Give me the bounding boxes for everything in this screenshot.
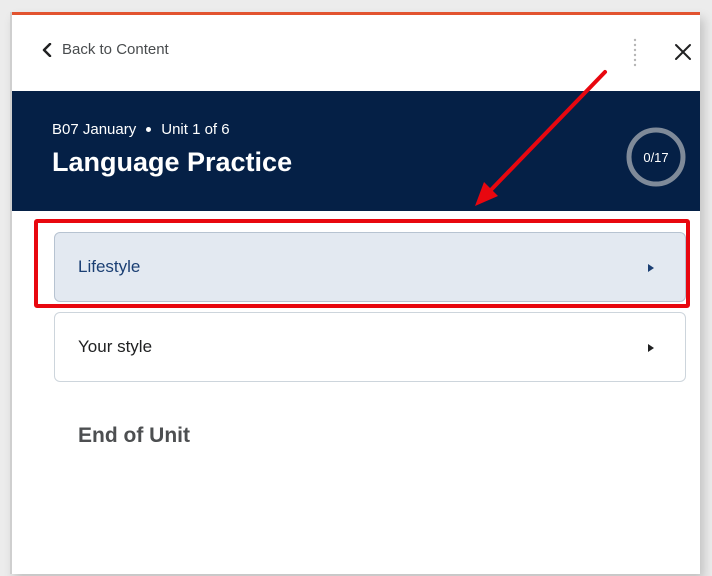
vertical-dots-icon[interactable]: [632, 37, 638, 69]
topic-label: Your style: [78, 337, 153, 356]
progress-count: 0/17: [643, 149, 669, 165]
end-of-unit-heading: End of Unit: [78, 424, 190, 447]
page-title: Language Practice: [52, 147, 293, 177]
breadcrumb-separator: [146, 127, 152, 132]
back-to-content-link[interactable]: Back to Content: [42, 41, 169, 58]
back-label: Back to Content: [62, 41, 169, 58]
topic-list: Lifestyle Your style: [54, 232, 686, 392]
breadcrumb: B07 January Unit 1 of 6: [52, 121, 230, 138]
chevron-left-icon: [42, 42, 52, 57]
progress-ring: 0/17: [624, 125, 688, 189]
close-button[interactable]: [672, 41, 694, 63]
top-bar: Back to Content: [12, 15, 700, 91]
close-icon: [672, 41, 694, 63]
caret-right-icon: [647, 343, 655, 353]
content-panel: Back to Content B07 January Unit 1 of 6 …: [10, 12, 700, 574]
screenshot-frame: Back to Content B07 January Unit 1 of 6 …: [0, 0, 712, 576]
caret-right-icon: [647, 263, 655, 273]
breadcrumb-unit: Unit 1 of 6: [161, 121, 230, 138]
breadcrumb-course: B07 January: [52, 121, 137, 138]
topic-item-your-style[interactable]: Your style: [54, 312, 686, 382]
topic-label: Lifestyle: [78, 257, 141, 276]
unit-header: B07 January Unit 1 of 6 Language Practic…: [12, 91, 700, 211]
topic-item-lifestyle[interactable]: Lifestyle: [54, 232, 686, 302]
